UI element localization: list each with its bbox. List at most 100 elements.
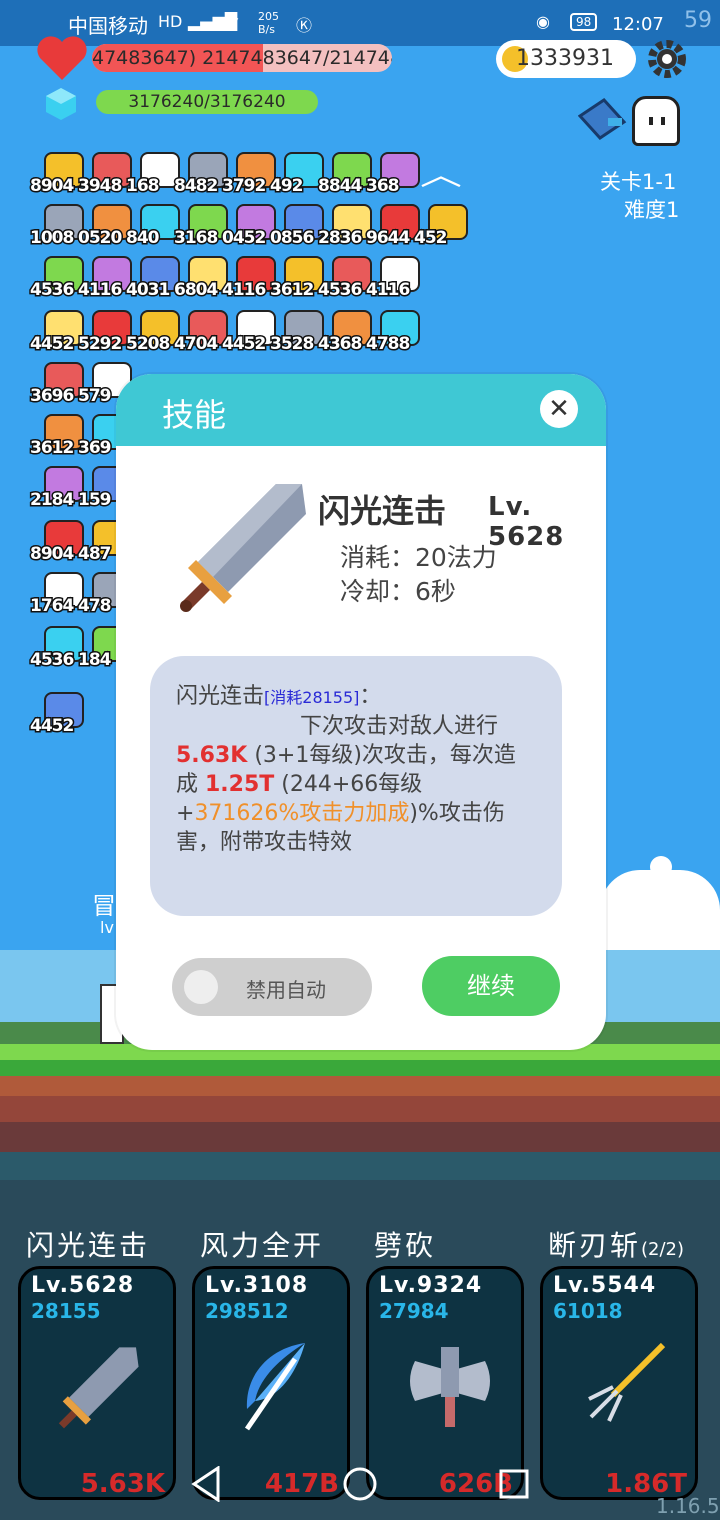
feather-icon bbox=[244, 1343, 305, 1431]
item-count: 3612 bbox=[268, 279, 315, 302]
item-count: 4116 bbox=[76, 279, 123, 302]
item-count: 478 bbox=[77, 595, 113, 618]
axe-icon bbox=[410, 1347, 490, 1427]
ghost-icon[interactable] bbox=[632, 96, 680, 146]
dirt-1 bbox=[0, 1076, 720, 1096]
item-count: 4116 bbox=[364, 279, 411, 302]
item-count: 168 bbox=[125, 175, 161, 198]
skill-level: Lv. 5628 bbox=[488, 492, 565, 552]
clock: 12:07 bbox=[612, 14, 664, 35]
k-icon: Ⓚ bbox=[296, 16, 313, 35]
recents-nav-icon[interactable] bbox=[498, 1468, 530, 1500]
item-count: 3528 bbox=[268, 333, 315, 356]
skill-card-value: 27984 bbox=[379, 1299, 449, 1323]
skill-card-level: Lv.5628 bbox=[31, 1273, 135, 1298]
skill-title-4: 断刃斩(2/2) bbox=[548, 1224, 684, 1264]
skill-title-4-name: 断刃斩 bbox=[548, 1229, 642, 1262]
settings-gear-icon[interactable] bbox=[646, 38, 688, 80]
desc-skill-name: 闪光连击 bbox=[176, 684, 265, 709]
continue-button[interactable]: 继续 bbox=[422, 956, 560, 1016]
item-count: 4536 bbox=[28, 649, 75, 672]
back-nav-icon[interactable] bbox=[190, 1466, 222, 1502]
wifi-icon: ⌔ bbox=[226, 12, 242, 31]
chest-flag-icon[interactable] bbox=[577, 96, 630, 142]
item-count: 3948 bbox=[76, 175, 123, 198]
sword-icon bbox=[58, 1347, 139, 1429]
home-nav-icon[interactable] bbox=[342, 1466, 378, 1502]
eye-icon: ◉ bbox=[536, 12, 550, 31]
item-count: 3168 bbox=[172, 227, 219, 250]
item-count: 8904 bbox=[28, 543, 75, 566]
difficulty-label: 难度1 bbox=[624, 198, 680, 222]
disable-auto-toggle[interactable]: 禁用自动 bbox=[172, 958, 372, 1016]
hp-bar: 47483647) 2147483647/2147483647 bbox=[92, 44, 392, 72]
item-count: 4704 bbox=[172, 333, 219, 356]
cloud bbox=[600, 870, 720, 960]
desc-cost: [消耗28155] bbox=[264, 688, 360, 707]
inventory-item[interactable]: 4452 bbox=[28, 690, 90, 742]
item-count: 4452 bbox=[28, 715, 75, 738]
skill-card-level: Lv.9324 bbox=[379, 1273, 483, 1298]
skill-name: 闪光连击 bbox=[318, 492, 447, 530]
desc-damage: 1.25T bbox=[205, 772, 275, 797]
modal-title: 技能 bbox=[162, 396, 227, 434]
item-count: 4536 bbox=[316, 279, 363, 302]
desc-colon: ： bbox=[359, 684, 382, 709]
skill-title-1: 闪光连击 bbox=[26, 1229, 151, 1262]
skill-card-value: 61018 bbox=[553, 1299, 623, 1323]
toggle-knob bbox=[184, 970, 218, 1004]
sword-icon bbox=[176, 474, 316, 614]
item-count: 579 bbox=[77, 385, 113, 408]
item-count: 4452 bbox=[220, 333, 267, 356]
desc-line1: 下次攻击对敌人进行 bbox=[300, 714, 499, 739]
modal-header: 技能 ✕ bbox=[116, 374, 606, 446]
mp-text: 3176240/3176240 bbox=[128, 92, 286, 112]
item-count: 4536 bbox=[28, 279, 75, 302]
item-count: 0856 bbox=[268, 227, 315, 250]
coin-counter: 1333931 bbox=[496, 40, 636, 78]
version-label: 1.16.5 bbox=[656, 1494, 720, 1518]
level-label: lv bbox=[100, 918, 114, 937]
inventory-item[interactable]: 452 bbox=[413, 202, 474, 254]
desc-bonus: 371626%攻击力加成 bbox=[194, 801, 410, 826]
item-count: 4031 bbox=[124, 279, 171, 302]
battery-icon: 98 bbox=[570, 13, 598, 31]
item-count: 369 bbox=[77, 437, 113, 460]
trident-icon bbox=[588, 1342, 666, 1422]
fps-counter: 59 bbox=[684, 8, 712, 33]
mana-cost: 消耗：20法力 bbox=[340, 543, 497, 572]
skill-card-level: Lv.3108 bbox=[205, 1273, 309, 1298]
coin-amount: 1333931 bbox=[516, 46, 614, 71]
toggle-label: 禁用自动 bbox=[246, 978, 326, 1002]
net-speed: 205 B/s bbox=[258, 10, 279, 36]
grass-edge bbox=[0, 1060, 720, 1076]
item-count: 1764 bbox=[28, 595, 75, 618]
item-count: 492 bbox=[269, 175, 305, 198]
skill-description: 闪光连击[消耗28155]： 下次攻击对敌人进行 5.63K (3+1每级)次攻击，… bbox=[176, 682, 536, 857]
item-count: 184 bbox=[77, 649, 113, 672]
close-button[interactable]: ✕ bbox=[540, 390, 578, 428]
inventory-item[interactable]: 368 bbox=[365, 150, 426, 202]
dirt-2 bbox=[0, 1096, 720, 1122]
inventory-item[interactable]: 4116 bbox=[364, 254, 426, 306]
chevron-up-icon[interactable]: ︿ bbox=[420, 150, 462, 194]
description-box: 闪光连击[消耗28155]： 下次攻击对敌人进行 5.63K (3+1每级)次攻击，… bbox=[150, 656, 562, 916]
item-count: 8482 bbox=[172, 175, 219, 198]
item-count: 452 bbox=[413, 227, 449, 250]
stage-label: 关卡1-1 bbox=[600, 170, 677, 194]
dirt-3 bbox=[0, 1122, 720, 1152]
mana-crystal-icon bbox=[46, 88, 76, 120]
skill-title-4-charges: (2/2) bbox=[641, 1239, 685, 1260]
skill-title-2: 风力全开 bbox=[200, 1229, 325, 1262]
item-count: 5208 bbox=[124, 333, 171, 356]
item-count: 4788 bbox=[364, 333, 411, 356]
item-count: 5292 bbox=[76, 333, 123, 356]
item-count: 368 bbox=[365, 175, 401, 198]
hp-text: 47483647) 2147483647/2147483647 bbox=[92, 47, 392, 69]
inventory-item[interactable]: 4788 bbox=[364, 308, 426, 360]
system-nav-bar bbox=[0, 1450, 720, 1520]
skill-card-level: Lv.5544 bbox=[553, 1273, 657, 1298]
item-count: 1008 bbox=[28, 227, 75, 250]
item-count: 8904 bbox=[28, 175, 75, 198]
item-count: 0520 bbox=[76, 227, 123, 250]
